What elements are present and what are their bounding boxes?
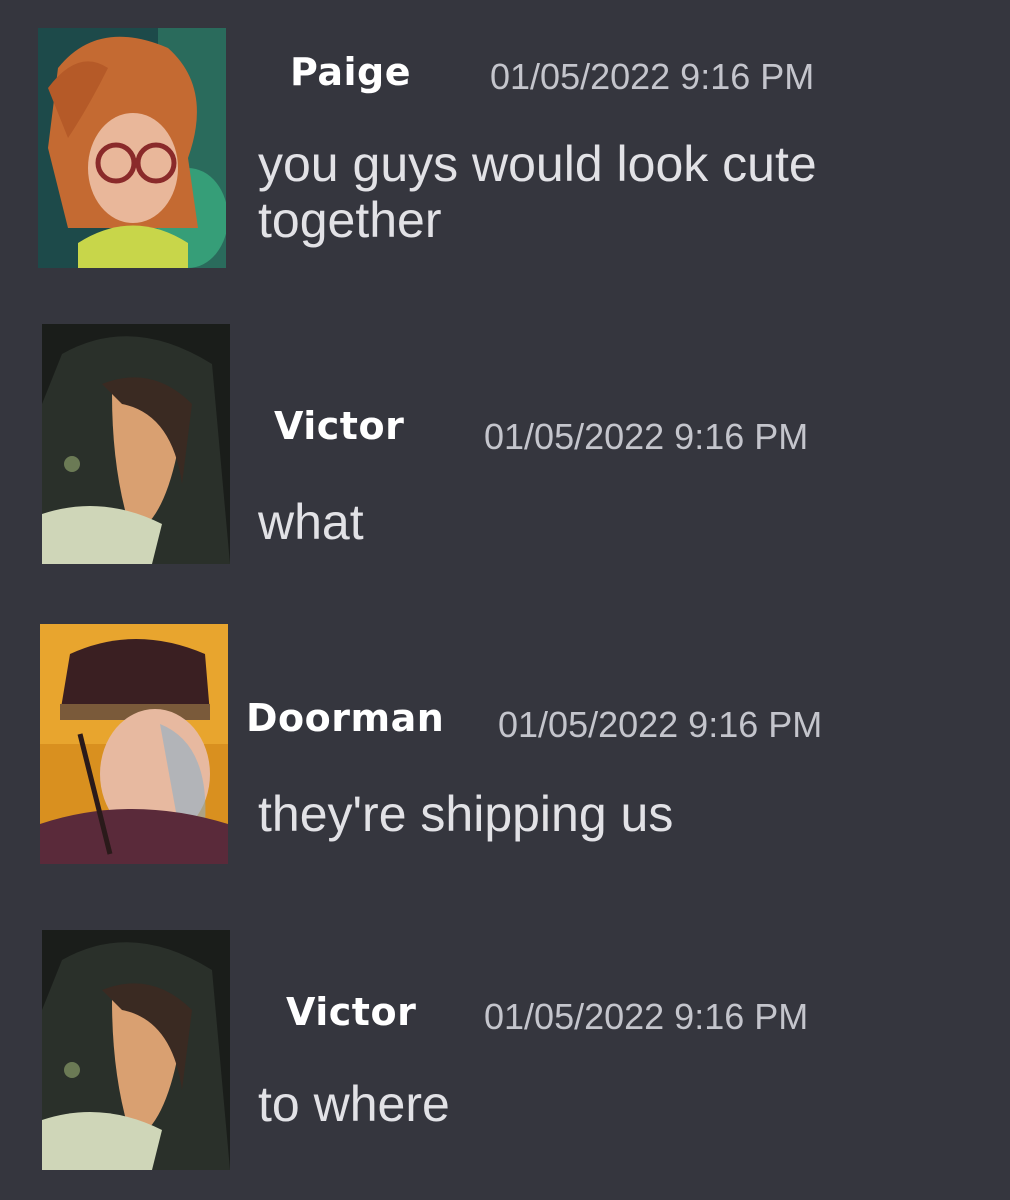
victor-avatar-icon	[42, 324, 230, 564]
username[interactable]: Victor	[274, 404, 404, 448]
avatar[interactable]	[42, 930, 230, 1170]
chat-message: Doorman 01/05/2022 9:16 PM they're shipp…	[0, 590, 1010, 900]
message-line: together	[258, 192, 442, 248]
message-text: to where	[258, 1076, 958, 1132]
message-text: what	[258, 494, 958, 550]
victor-avatar-icon	[42, 930, 230, 1170]
username[interactable]: Doorman	[246, 696, 444, 740]
username[interactable]: Victor	[286, 990, 416, 1034]
timestamp: 01/05/2022 9:16 PM	[490, 56, 815, 97]
message-line: what	[258, 494, 364, 550]
avatar[interactable]	[40, 624, 228, 864]
avatar[interactable]	[42, 324, 230, 564]
message-text: you guys would look cute together	[258, 136, 958, 248]
chat-message: Victor 01/05/2022 9:16 PM what	[0, 290, 1010, 590]
message-line: they're shipping us	[258, 786, 674, 842]
chat-message: Paige 01/05/2022 9:16 PM you guys would …	[0, 0, 1010, 290]
doorman-avatar-icon	[40, 624, 228, 864]
timestamp: 01/05/2022 9:16 PM	[498, 704, 823, 745]
message-text: they're shipping us	[258, 786, 958, 842]
paige-avatar-icon	[38, 28, 226, 268]
username[interactable]: Paige	[290, 50, 411, 94]
timestamp: 01/05/2022 9:16 PM	[484, 996, 809, 1037]
avatar[interactable]	[38, 28, 226, 268]
message-line: to where	[258, 1076, 450, 1132]
timestamp: 01/05/2022 9:16 PM	[484, 416, 809, 457]
message-line: you guys would look cute	[258, 136, 817, 192]
chat-message: Victor 01/05/2022 9:16 PM to where	[0, 900, 1010, 1200]
